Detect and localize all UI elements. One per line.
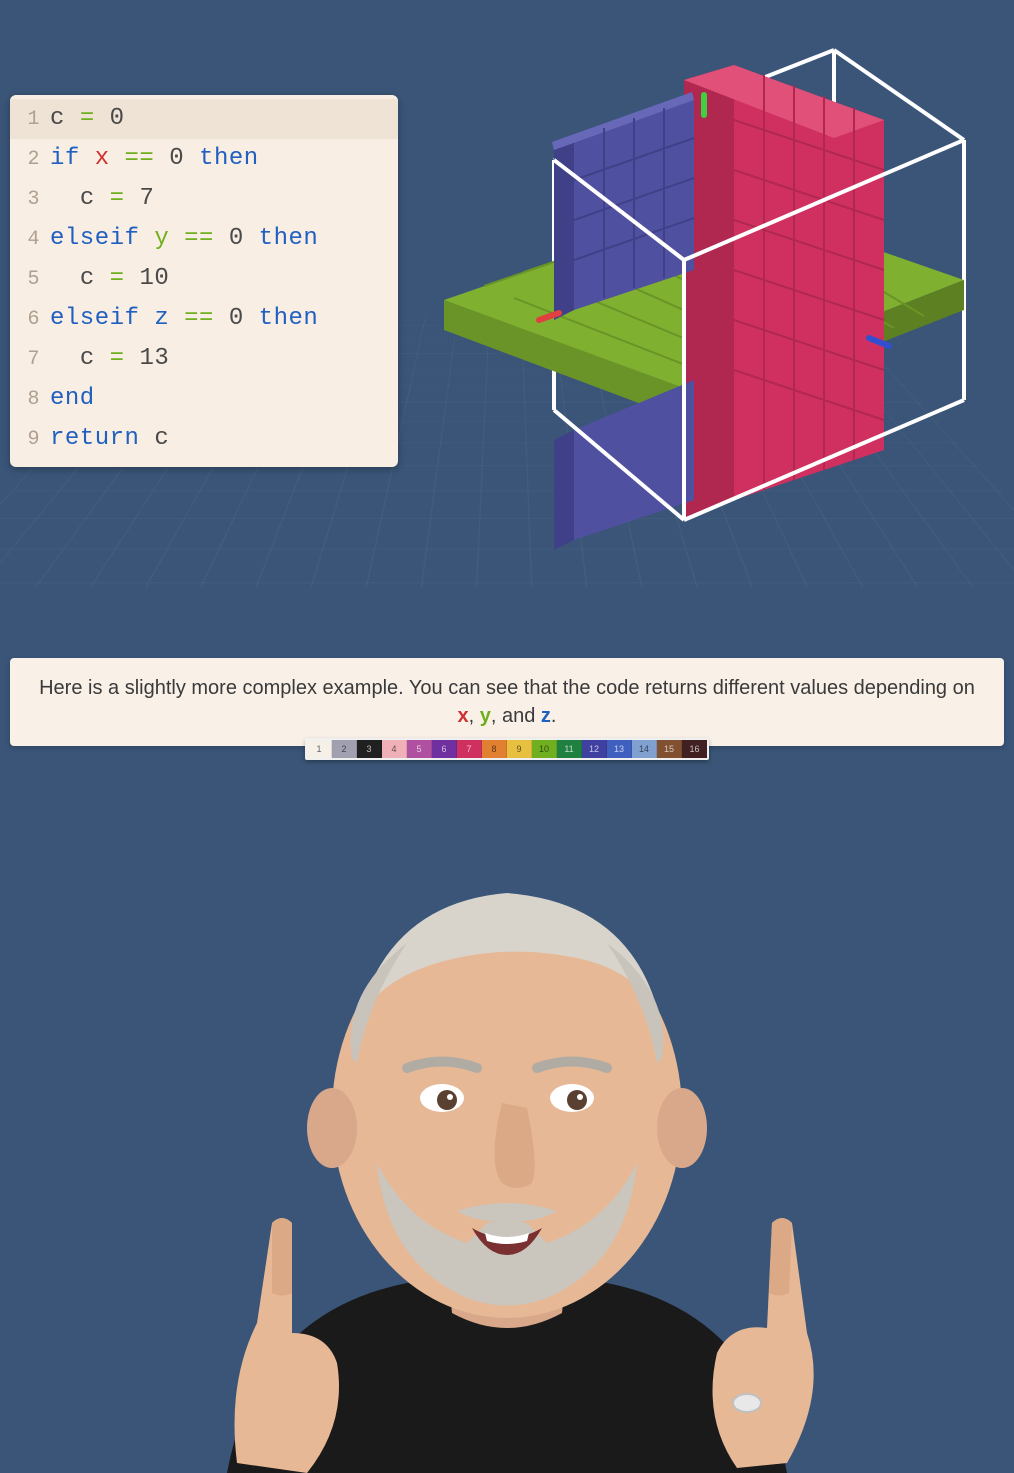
voxel-wall-x bbox=[684, 65, 884, 520]
line-number: 6 bbox=[20, 302, 40, 337]
voxel-editor-viewport: 1c = 02if x == 0 then3 c = 74elseif y ==… bbox=[0, 0, 1014, 630]
voxel-scene[interactable] bbox=[434, 20, 974, 580]
code-line-3[interactable]: 3 c = 7 bbox=[10, 179, 398, 219]
line-number: 7 bbox=[20, 342, 40, 377]
palette-swatch-10[interactable]: 10 bbox=[532, 740, 557, 758]
code-line-1[interactable]: 1c = 0 bbox=[10, 99, 398, 139]
presenter-illustration bbox=[107, 793, 907, 1473]
line-number: 5 bbox=[20, 262, 40, 297]
code-panel[interactable]: 1c = 02if x == 0 then3 c = 74elseif y ==… bbox=[10, 95, 398, 467]
palette-swatch-5[interactable]: 5 bbox=[407, 740, 432, 758]
line-number: 9 bbox=[20, 422, 40, 457]
palette-swatch-7[interactable]: 7 bbox=[457, 740, 482, 758]
palette-swatch-4[interactable]: 4 bbox=[382, 740, 407, 758]
code-line-9[interactable]: 9return c bbox=[10, 419, 398, 459]
palette-swatch-9[interactable]: 9 bbox=[507, 740, 532, 758]
palette-swatch-13[interactable]: 13 bbox=[607, 740, 632, 758]
palette-swatch-1[interactable]: 1 bbox=[307, 740, 332, 758]
palette-swatch-16[interactable]: 16 bbox=[682, 740, 707, 758]
line-number: 2 bbox=[20, 142, 40, 177]
palette-swatch-12[interactable]: 12 bbox=[582, 740, 607, 758]
code-line-2[interactable]: 2if x == 0 then bbox=[10, 139, 398, 179]
code-line-7[interactable]: 7 c = 13 bbox=[10, 339, 398, 379]
palette-swatch-3[interactable]: 3 bbox=[357, 740, 382, 758]
line-number: 1 bbox=[20, 102, 40, 137]
color-palette[interactable]: 12345678910111213141516 bbox=[305, 738, 709, 760]
code-line-8[interactable]: 8end bbox=[10, 379, 398, 419]
palette-swatch-8[interactable]: 8 bbox=[482, 740, 507, 758]
presenter-video bbox=[0, 770, 1014, 1473]
palette-swatch-14[interactable]: 14 bbox=[632, 740, 657, 758]
code-line-4[interactable]: 4elseif y == 0 then bbox=[10, 219, 398, 259]
code-line-5[interactable]: 5 c = 10 bbox=[10, 259, 398, 299]
line-number: 4 bbox=[20, 222, 40, 257]
palette-swatch-15[interactable]: 15 bbox=[657, 740, 682, 758]
palette-swatch-6[interactable]: 6 bbox=[432, 740, 457, 758]
tutorial-caption: Here is a slightly more complex example.… bbox=[10, 658, 1004, 746]
code-line-6[interactable]: 6elseif z == 0 then bbox=[10, 299, 398, 339]
line-number: 3 bbox=[20, 182, 40, 217]
line-number: 8 bbox=[20, 382, 40, 417]
palette-swatch-11[interactable]: 11 bbox=[557, 740, 582, 758]
palette-swatch-2[interactable]: 2 bbox=[332, 740, 357, 758]
